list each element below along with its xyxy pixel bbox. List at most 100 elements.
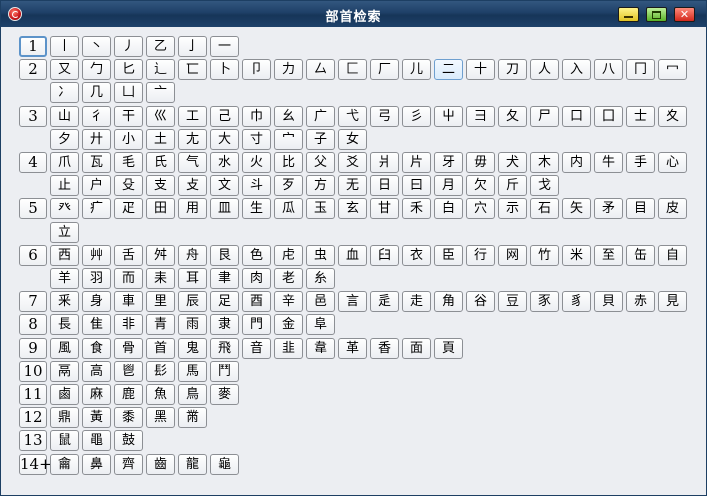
radical-button[interactable]: 疒 xyxy=(82,198,111,219)
radical-button[interactable]: 巛 xyxy=(146,106,175,127)
radical-button[interactable]: 彳 xyxy=(82,106,111,127)
radical-button[interactable]: 儿 xyxy=(402,59,431,80)
radical-button[interactable]: 支 xyxy=(146,175,175,196)
radical-button[interactable]: 韭 xyxy=(274,338,303,359)
radical-button[interactable]: 犬 xyxy=(498,152,527,173)
radical-button[interactable]: 牛 xyxy=(594,152,623,173)
radical-button[interactable]: 弋 xyxy=(338,106,367,127)
radical-button[interactable]: 黍 xyxy=(114,407,143,428)
radical-button[interactable]: 非 xyxy=(114,314,143,335)
radical-button[interactable]: 甘 xyxy=(370,198,399,219)
radical-button[interactable]: 斤 xyxy=(498,175,527,196)
radical-button[interactable]: 鹵 xyxy=(50,384,79,405)
radical-button[interactable]: 卜 xyxy=(210,59,239,80)
radical-button[interactable]: 麥 xyxy=(210,384,239,405)
radical-button[interactable]: 香 xyxy=(370,338,399,359)
radical-button[interactable]: 又 xyxy=(50,59,79,80)
radical-button[interactable]: 艸 xyxy=(82,245,111,266)
radical-button[interactable]: 网 xyxy=(498,245,527,266)
radical-button[interactable]: 丶 xyxy=(82,36,111,57)
radical-button[interactable]: 衣 xyxy=(402,245,431,266)
radical-button[interactable]: 竹 xyxy=(530,245,559,266)
radical-button[interactable]: 十 xyxy=(466,59,495,80)
radical-button[interactable]: 青 xyxy=(146,314,175,335)
radical-button[interactable]: 癶 xyxy=(50,198,79,219)
radical-button[interactable]: 二 xyxy=(434,59,463,80)
radical-button[interactable]: 韋 xyxy=(306,338,335,359)
radical-button[interactable]: 夊 xyxy=(658,106,687,127)
radical-button[interactable]: 臼 xyxy=(370,245,399,266)
stroke-count-button[interactable]: 5 xyxy=(19,198,47,219)
radical-button[interactable]: 口 xyxy=(562,106,591,127)
radical-button[interactable]: 幺 xyxy=(274,106,303,127)
radical-button[interactable]: 木 xyxy=(530,152,559,173)
radical-button[interactable]: 片 xyxy=(402,152,431,173)
radical-button[interactable]: 氏 xyxy=(146,152,175,173)
radical-button[interactable]: 牙 xyxy=(434,152,463,173)
radical-button[interactable]: 歹 xyxy=(274,175,303,196)
radical-button[interactable]: 土 xyxy=(146,129,175,150)
radical-button[interactable]: 日 xyxy=(370,175,399,196)
radical-button[interactable]: 斗 xyxy=(242,175,271,196)
radical-button[interactable]: 麻 xyxy=(82,384,111,405)
radical-button[interactable]: 文 xyxy=(210,175,239,196)
radical-button[interactable]: 乙 xyxy=(146,36,175,57)
radical-button[interactable]: 釆 xyxy=(50,291,79,312)
radical-button[interactable]: 疋 xyxy=(114,198,143,219)
radical-button[interactable]: 夕 xyxy=(50,129,79,150)
radical-button[interactable]: 艮 xyxy=(210,245,239,266)
radical-button[interactable]: 人 xyxy=(530,59,559,80)
radical-button[interactable]: 匸 xyxy=(178,59,207,80)
radical-button[interactable]: 行 xyxy=(466,245,495,266)
radical-button[interactable]: 比 xyxy=(274,152,303,173)
radical-button[interactable]: 皿 xyxy=(210,198,239,219)
radical-button[interactable]: 禾 xyxy=(402,198,431,219)
radical-button[interactable]: 隹 xyxy=(82,314,111,335)
radical-button[interactable]: 角 xyxy=(434,291,463,312)
radical-button[interactable]: 户 xyxy=(82,175,111,196)
radical-button[interactable]: 米 xyxy=(562,245,591,266)
radical-button[interactable]: 丨 xyxy=(50,36,79,57)
radical-button[interactable]: 曰 xyxy=(402,175,431,196)
radical-button[interactable]: 大 xyxy=(210,129,239,150)
radical-button[interactable]: 目 xyxy=(626,198,655,219)
radical-button[interactable]: 飛 xyxy=(210,338,239,359)
radical-button[interactable]: 匕 xyxy=(114,59,143,80)
radical-button[interactable]: 鼠 xyxy=(50,430,79,451)
radical-button[interactable]: 勹 xyxy=(82,59,111,80)
radical-button[interactable]: 田 xyxy=(146,198,175,219)
radical-button[interactable]: 黃 xyxy=(82,407,111,428)
stroke-count-button[interactable]: 8 xyxy=(19,314,47,335)
radical-button[interactable]: 尢 xyxy=(178,129,207,150)
radical-button[interactable]: 厶 xyxy=(306,59,335,80)
radical-button[interactable]: 凵 xyxy=(114,82,143,103)
radical-button[interactable]: 子 xyxy=(306,129,335,150)
radical-button[interactable]: 皮 xyxy=(658,198,687,219)
radical-button[interactable]: 内 xyxy=(562,152,591,173)
radical-button[interactable]: 鼻 xyxy=(82,454,111,475)
radical-button[interactable]: 辶 xyxy=(146,59,175,80)
radical-button[interactable]: 彡 xyxy=(402,106,431,127)
radical-button[interactable]: 走 xyxy=(402,291,431,312)
radical-button[interactable]: 舛 xyxy=(146,245,175,266)
radical-button[interactable]: 几 xyxy=(82,82,111,103)
radical-button[interactable]: 舟 xyxy=(178,245,207,266)
radical-button[interactable]: 匚 xyxy=(338,59,367,80)
radical-button[interactable]: 八 xyxy=(594,59,623,80)
radical-button[interactable]: 生 xyxy=(242,198,271,219)
radical-button[interactable]: 金 xyxy=(274,314,303,335)
radical-button[interactable]: 鹿 xyxy=(114,384,143,405)
radical-button[interactable]: 至 xyxy=(594,245,623,266)
radical-button[interactable]: 心 xyxy=(658,152,687,173)
radical-button[interactable]: 鬲 xyxy=(50,361,79,382)
radical-button[interactable]: 黑 xyxy=(146,407,175,428)
radical-button[interactable]: 齒 xyxy=(146,454,175,475)
radical-button[interactable]: 龜 xyxy=(210,454,239,475)
radical-button[interactable]: 辵 xyxy=(370,291,399,312)
close-button[interactable]: ✕ xyxy=(674,7,695,22)
radical-button[interactable]: 鼓 xyxy=(114,430,143,451)
radical-button[interactable]: 足 xyxy=(210,291,239,312)
stroke-count-button[interactable]: 1 xyxy=(19,36,47,57)
radical-button[interactable]: 雨 xyxy=(178,314,207,335)
maximize-button[interactable] xyxy=(646,7,667,22)
